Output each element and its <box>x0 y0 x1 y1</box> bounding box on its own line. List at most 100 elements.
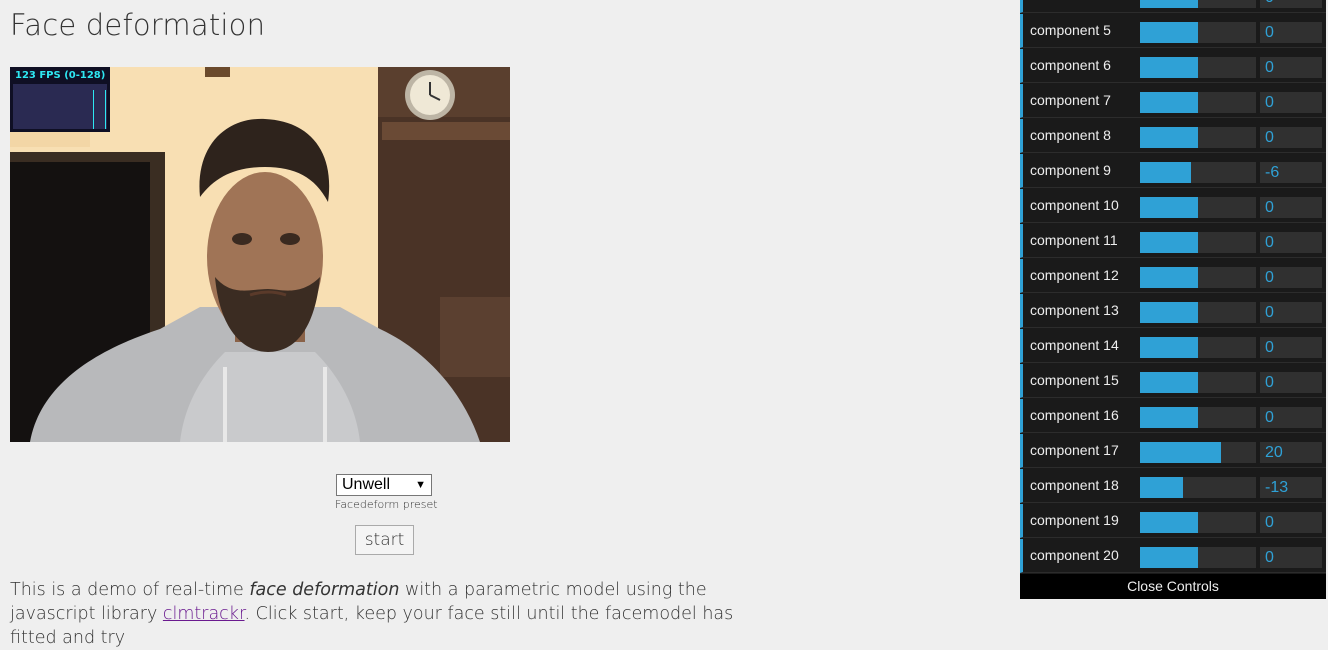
value-input[interactable]: 0 <box>1260 337 1322 358</box>
value-input[interactable]: 0 <box>1260 512 1322 533</box>
control-label: component 5 <box>1030 22 1111 38</box>
control-row[interactable]: component 13 0 <box>1020 294 1326 328</box>
slider-fill <box>1140 442 1221 463</box>
slider-track[interactable] <box>1140 22 1256 43</box>
slider-fill <box>1140 22 1198 43</box>
slider-track[interactable] <box>1140 197 1256 218</box>
slider-track[interactable] <box>1140 372 1256 393</box>
slider-track[interactable] <box>1140 92 1256 113</box>
value-input[interactable]: -6 <box>1260 162 1322 183</box>
controls-panel: 0 component 50component 60component 70co… <box>1020 0 1326 599</box>
slider-track[interactable] <box>1140 477 1256 498</box>
slider-track[interactable] <box>1140 162 1256 183</box>
value-input[interactable]: 0 <box>1260 232 1322 253</box>
slider-track[interactable] <box>1140 57 1256 78</box>
control-label: component 10 <box>1030 197 1119 213</box>
slider-fill <box>1140 547 1198 568</box>
control-row[interactable]: component 12 0 <box>1020 259 1326 293</box>
control-label: component 15 <box>1030 372 1119 388</box>
value-input[interactable]: 0 <box>1260 92 1322 113</box>
value-input[interactable]: 0 <box>1260 197 1322 218</box>
preset-selected-value: Unwell <box>342 476 391 493</box>
control-row[interactable]: component 6 0 <box>1020 49 1326 83</box>
slider-fill <box>1140 407 1198 428</box>
start-button[interactable]: start <box>355 525 414 555</box>
slider-fill <box>1140 162 1191 183</box>
value-input[interactable]: 0 <box>1260 0 1322 8</box>
control-label: component 20 <box>1030 547 1119 563</box>
fps-graph-bar <box>93 90 94 129</box>
description-emphasis: face deformation <box>249 580 400 600</box>
control-label: component 11 <box>1030 232 1118 248</box>
slider-fill <box>1140 232 1198 253</box>
control-label: component 6 <box>1030 57 1111 73</box>
control-label: component 7 <box>1030 92 1111 108</box>
control-row[interactable]: component 19 0 <box>1020 504 1326 538</box>
value-input[interactable]: 0 <box>1260 302 1322 323</box>
slider-track[interactable] <box>1140 337 1256 358</box>
control-label: component 12 <box>1030 267 1119 283</box>
slider-fill <box>1140 197 1198 218</box>
slider-track[interactable] <box>1140 267 1256 288</box>
control-row-partial[interactable]: 0 <box>1020 0 1326 13</box>
control-row[interactable]: component 8 0 <box>1020 119 1326 153</box>
control-label: component 16 <box>1030 407 1119 423</box>
slider-fill <box>1140 337 1198 358</box>
value-input[interactable]: 20 <box>1260 442 1322 463</box>
control-label: component 9 <box>1030 162 1111 178</box>
page-title: Face deformation <box>10 8 266 42</box>
value-input[interactable]: 0 <box>1260 407 1322 428</box>
slider-fill <box>1140 0 1198 8</box>
fps-graph <box>13 84 107 129</box>
control-label: component 18 <box>1030 477 1119 493</box>
slider-track[interactable] <box>1140 442 1256 463</box>
chevron-down-icon: ▼ <box>415 479 426 491</box>
control-row[interactable]: component 16 0 <box>1020 399 1326 433</box>
control-label: component 14 <box>1030 337 1119 353</box>
slider-fill <box>1140 127 1198 148</box>
preset-caption: Facedeform preset <box>335 498 438 511</box>
value-input[interactable]: 0 <box>1260 372 1322 393</box>
control-row[interactable]: component 10 0 <box>1020 189 1326 223</box>
control-label: component 19 <box>1030 512 1119 528</box>
slider-track[interactable] <box>1140 127 1256 148</box>
webcam-video: 123 FPS (0-128) <box>10 67 510 442</box>
value-input[interactable]: 0 <box>1260 57 1322 78</box>
value-input[interactable]: 0 <box>1260 127 1322 148</box>
control-row[interactable]: component 9 -6 <box>1020 154 1326 188</box>
slider-track[interactable] <box>1140 407 1256 428</box>
control-row[interactable]: component 11 0 <box>1020 224 1326 258</box>
slider-fill <box>1140 92 1198 113</box>
slider-track[interactable] <box>1140 512 1256 533</box>
slider-track[interactable] <box>1140 0 1256 8</box>
control-row[interactable]: component 15 0 <box>1020 364 1326 398</box>
fps-readout: 123 FPS (0-128) <box>15 70 106 81</box>
slider-track[interactable] <box>1140 302 1256 323</box>
description-part1: This is a demo of real-time <box>10 580 250 600</box>
clmtrackr-link[interactable]: clmtrackr <box>163 604 245 624</box>
slider-fill <box>1140 372 1198 393</box>
close-controls-button[interactable]: Close Controls <box>1020 574 1326 599</box>
fps-graph-bar <box>105 90 106 129</box>
value-input[interactable]: -13 <box>1260 477 1322 498</box>
control-row[interactable]: component 7 0 <box>1020 84 1326 118</box>
value-input[interactable]: 0 <box>1260 22 1322 43</box>
control-row[interactable]: component 20 0 <box>1020 539 1326 573</box>
description-text: This is a demo of real-time face deforma… <box>10 578 770 650</box>
preset-select[interactable]: Unwell ▼ <box>336 474 432 496</box>
control-row[interactable]: component 17 20 <box>1020 434 1326 468</box>
control-label: component 13 <box>1030 302 1119 318</box>
slider-track[interactable] <box>1140 232 1256 253</box>
slider-fill <box>1140 57 1198 78</box>
slider-fill <box>1140 267 1198 288</box>
slider-track[interactable] <box>1140 547 1256 568</box>
control-label: component 8 <box>1030 127 1111 143</box>
value-input[interactable]: 0 <box>1260 547 1322 568</box>
value-input[interactable]: 0 <box>1260 267 1322 288</box>
control-row[interactable]: component 18 -13 <box>1020 469 1326 503</box>
slider-fill <box>1140 477 1183 498</box>
slider-fill <box>1140 302 1198 323</box>
control-row[interactable]: component 5 0 <box>1020 14 1326 48</box>
control-row[interactable]: component 14 0 <box>1020 329 1326 363</box>
control-label: component 17 <box>1030 442 1119 458</box>
